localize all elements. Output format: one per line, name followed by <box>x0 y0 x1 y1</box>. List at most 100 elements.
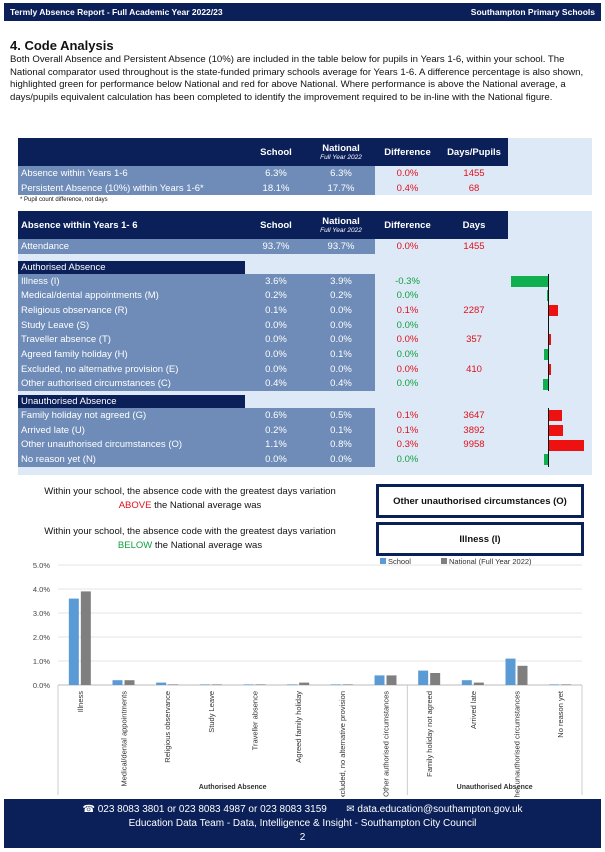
school-value: 0.0% <box>245 452 307 467</box>
row-label: Agreed family holiday (H) <box>18 347 245 362</box>
difference-value: 0.0% <box>396 167 419 179</box>
row-label: Excluded, no alternative provision (E) <box>18 361 245 377</box>
days-value: 357 <box>466 334 482 346</box>
school-value: 0.2% <box>245 422 307 438</box>
difference-value: 0.4% <box>396 182 419 194</box>
school-value: 6.3% <box>245 166 307 181</box>
national-value: 0.0% <box>307 303 375 318</box>
difference-value: 0.0% <box>396 454 419 466</box>
table-row: Religious observance (R) 0.1% 0.0% 0.1% … <box>18 303 592 318</box>
school-value: 0.6% <box>245 408 307 423</box>
x-tick-label: Study Leave <box>207 691 216 733</box>
bar-national <box>211 684 222 685</box>
bar-national <box>517 665 528 685</box>
difference-value: 0.3% <box>396 439 419 451</box>
table-row: Excluded, no alternative provision (E) 0… <box>18 361 592 377</box>
team-name: Education Data Team - Data, Intelligence… <box>128 818 477 829</box>
col-difference: Difference <box>384 146 431 158</box>
table-row: Study Leave (S) 0.0% 0.0% 0.0% <box>18 317 592 333</box>
row-label: Other unauthorised circumstances (O) <box>18 437 245 453</box>
bar-school <box>505 658 516 685</box>
table-row: Other authorised circumstances (C) 0.4% … <box>18 376 592 392</box>
national-value: 0.0% <box>307 332 375 348</box>
difference-value: 0.0% <box>396 378 419 390</box>
school-value: 0.2% <box>245 288 307 304</box>
bar-national <box>299 682 310 685</box>
difference-value: 0.0% <box>396 363 419 375</box>
difference-bar <box>549 334 551 346</box>
difference-value: 0.0% <box>396 290 419 302</box>
y-tick-label: 4.0% <box>33 585 50 594</box>
row-label: Illness (I) <box>18 273 245 289</box>
difference-bar <box>544 349 548 361</box>
national-value: 0.8% <box>307 437 375 453</box>
difference-value: 0.1% <box>396 410 419 422</box>
organisation-name: Southampton Primary Schools <box>470 7 595 17</box>
group-label: Unauthorised Absence <box>457 784 533 791</box>
school-value: 0.0% <box>245 361 307 377</box>
row-label: Medical/dental appointments (M) <box>18 288 245 304</box>
col-days: Days/Pupils <box>447 146 501 158</box>
y-tick-label: 3.0% <box>33 609 50 618</box>
row-label: Persistent Absence (10%) within Years 1-… <box>18 180 245 196</box>
bar-national <box>342 684 353 685</box>
bar-school <box>287 684 298 685</box>
bar-school <box>156 682 167 685</box>
bar-national <box>255 684 266 685</box>
table-row: Attendance 93.7% 93.7% 0.0% 1455 <box>18 239 592 254</box>
legend-national: National (Full Year 2022) <box>449 557 532 566</box>
national-value: 0.0% <box>307 361 375 377</box>
x-tick-label: No reason yet <box>556 690 565 738</box>
bar-national <box>473 682 484 685</box>
national-value: 0.1% <box>307 422 375 438</box>
contact-info: ☎ 023 8083 3801 or 023 8083 4987 or 023 … <box>82 804 523 815</box>
bar-school <box>374 675 385 685</box>
bar-school <box>112 680 123 685</box>
col-days: Days <box>462 219 486 231</box>
row-label: Family holiday not agreed (G) <box>18 408 245 423</box>
days-value: 1455 <box>463 167 485 179</box>
col-school: School <box>260 219 292 231</box>
difference-value: -0.3% <box>395 275 420 287</box>
national-value: 0.2% <box>307 288 375 304</box>
difference-bar <box>546 290 548 302</box>
x-tick-label: Illness <box>76 691 85 713</box>
difference-bar <box>544 454 548 466</box>
bar-school <box>199 684 210 685</box>
days-value: 9958 <box>463 439 485 451</box>
code-table-header: Absence within Years 1- 6 School National… <box>18 211 508 239</box>
row-label: Traveller absence (T) <box>18 332 245 348</box>
col-difference: Difference <box>384 219 431 231</box>
school-value: 0.0% <box>245 317 307 333</box>
col-school: School <box>260 146 292 158</box>
national-value: 17.7% <box>307 180 375 196</box>
table-row: Arrived late (U) 0.2% 0.1% 0.1% 3892 <box>18 422 592 438</box>
footnote: * Pupil count difference, not days <box>20 197 108 203</box>
national-value: 3.9% <box>307 273 375 289</box>
below-text: Within your school, the absence code wit… <box>44 526 336 551</box>
difference-bar <box>549 363 551 375</box>
bar-national <box>386 675 397 685</box>
school-value: 0.1% <box>245 303 307 318</box>
above-text: Within your school, the absence code wit… <box>44 486 336 511</box>
school-value: 0.0% <box>245 332 307 348</box>
table-row: Absence within Years 1-6 6.3% 6.3% 0.0% … <box>18 166 592 181</box>
bar-school <box>549 684 560 685</box>
national-value: 6.3% <box>307 166 375 181</box>
below-callout: Illness (I) <box>376 522 584 556</box>
difference-bar <box>549 424 563 436</box>
days-value: 68 <box>468 182 480 194</box>
summary-table-header: School National Full Year 2022 Difference… <box>18 138 508 166</box>
difference-bar <box>549 439 584 451</box>
zero-axis <box>548 317 549 333</box>
x-tick-label: Traveller absence <box>251 691 260 750</box>
zero-axis <box>548 273 549 289</box>
summary-table: School National Full Year 2022 Difference… <box>18 138 592 196</box>
x-tick-label: Religious observance <box>163 691 172 763</box>
difference-value: 0.0% <box>396 348 419 360</box>
national-value: 93.7% <box>307 239 375 254</box>
intro-text: Both Overall Absence and Persistent Abse… <box>10 54 584 103</box>
bar-national <box>561 684 572 685</box>
days-value: 3647 <box>463 410 485 422</box>
group-label: Authorised Absence <box>199 784 267 791</box>
